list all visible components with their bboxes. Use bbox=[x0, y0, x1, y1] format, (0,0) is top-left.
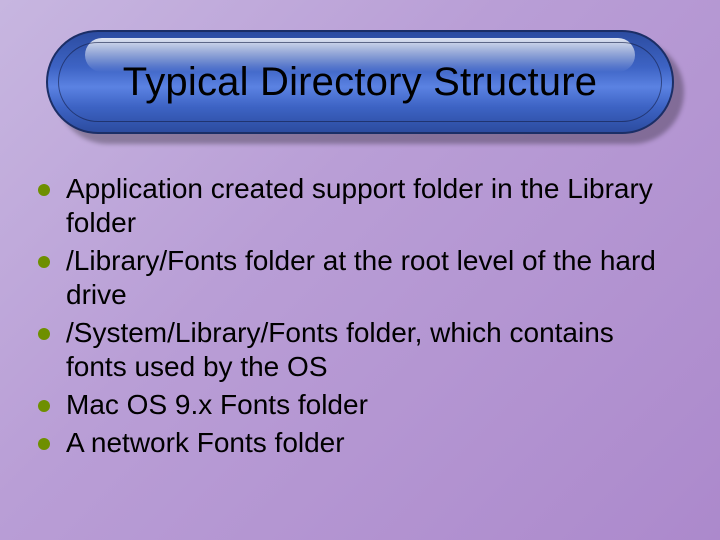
bullet-text: Mac OS 9.x Fonts folder bbox=[66, 388, 368, 422]
bullet-text: A network Fonts folder bbox=[66, 426, 345, 460]
bullet-text: /Library/Fonts folder at the root level … bbox=[66, 244, 680, 312]
bullet-text: /System/Library/Fonts folder, which cont… bbox=[66, 316, 680, 384]
slide-body: Application created support folder in th… bbox=[38, 172, 680, 464]
list-item: A network Fonts folder bbox=[38, 426, 680, 460]
title-inner-border: Typical Directory Structure bbox=[58, 42, 662, 122]
list-item: Mac OS 9.x Fonts folder bbox=[38, 388, 680, 422]
slide-title: Typical Directory Structure bbox=[123, 60, 597, 105]
title-container: Typical Directory Structure bbox=[46, 30, 674, 134]
bullet-icon bbox=[38, 438, 50, 450]
bullet-text: Application created support folder in th… bbox=[66, 172, 680, 240]
list-item: /Library/Fonts folder at the root level … bbox=[38, 244, 680, 312]
list-item: Application created support folder in th… bbox=[38, 172, 680, 240]
slide: Typical Directory Structure Application … bbox=[0, 0, 720, 540]
bullet-icon bbox=[38, 328, 50, 340]
bullet-icon bbox=[38, 256, 50, 268]
bullet-icon bbox=[38, 184, 50, 196]
bullet-icon bbox=[38, 400, 50, 412]
title-pill: Typical Directory Structure bbox=[46, 30, 674, 134]
list-item: /System/Library/Fonts folder, which cont… bbox=[38, 316, 680, 384]
